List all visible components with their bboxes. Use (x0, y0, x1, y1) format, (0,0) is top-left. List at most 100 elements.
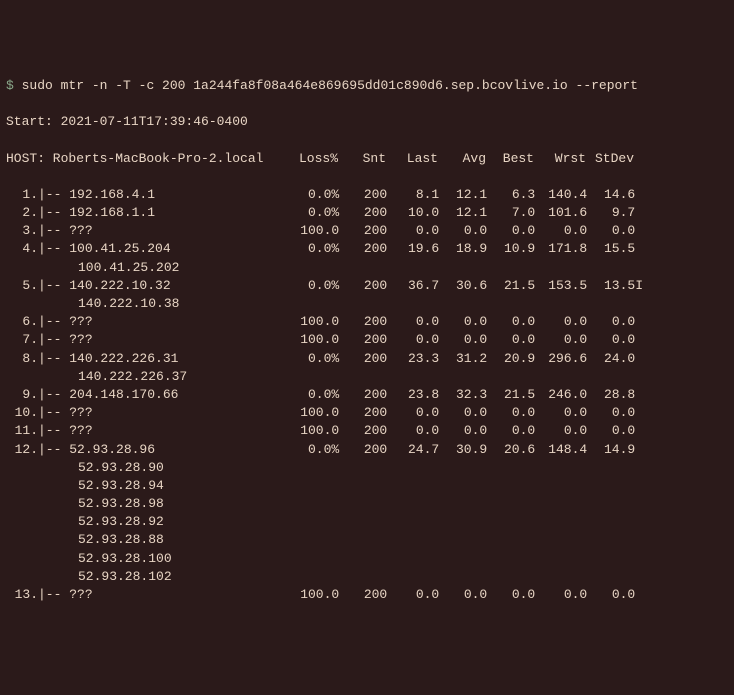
hop-row: 8.|-- 140.222.226.310.0%20023.331.220.92… (6, 350, 728, 368)
hop-last: 0.0 (387, 313, 439, 331)
command-line: $ sudo mtr -n -T -c 200 1a244fa8f08a464e… (6, 77, 728, 95)
hop-avg: 0.0 (439, 313, 487, 331)
hop-separator: |-- (38, 331, 69, 349)
hop-ip: ??? (69, 422, 287, 440)
hop-number: 10. (6, 404, 38, 422)
hop-snt: 200 (339, 186, 387, 204)
hop-loss: 0.0% (287, 240, 339, 258)
hop-ip: ??? (69, 404, 287, 422)
hop-loss: 100.0 (287, 222, 339, 240)
hop-best: 0.0 (487, 222, 535, 240)
hop-row: 5.|-- 140.222.10.320.0%20036.730.621.515… (6, 277, 728, 295)
hop-row: 7.|-- ???100.02000.00.00.00.00.0 (6, 331, 728, 349)
hop-extra-ip-row: 100.41.25.202 (6, 259, 728, 277)
hop-best: 21.5 (487, 386, 535, 404)
hop-loss: 0.0% (287, 186, 339, 204)
hop-number: 8. (6, 350, 38, 368)
hop-extra-ip-row: 140.222.226.37 (6, 368, 728, 386)
hop-row: 10.|-- ???100.02000.00.00.00.00.0 (6, 404, 728, 422)
hop-extra-ip: 52.93.28.102 (6, 568, 172, 586)
hop-extra-ip-row: 52.93.28.98 (6, 495, 728, 513)
hop-number: 3. (6, 222, 38, 240)
hop-stdev: 9.7 (587, 204, 635, 222)
hop-avg: 0.0 (439, 586, 487, 604)
hop-loss: 100.0 (287, 331, 339, 349)
hop-extra-ip-row: 52.93.28.92 (6, 513, 728, 531)
hop-extra-ip: 140.222.226.37 (6, 368, 187, 386)
hop-extra-ip-row: 52.93.28.94 (6, 477, 728, 495)
hop-wrst: 0.0 (535, 586, 587, 604)
hop-number: 12. (6, 441, 38, 459)
hop-avg: 12.1 (439, 186, 487, 204)
hop-ip: ??? (69, 331, 287, 349)
hop-ip: 192.168.1.1 (69, 204, 287, 222)
hop-wrst: 0.0 (535, 222, 587, 240)
hop-extra-ip: 52.93.28.90 (6, 459, 164, 477)
hop-wrst: 171.8 (535, 240, 587, 258)
hop-best: 0.0 (487, 404, 535, 422)
hop-loss: 100.0 (287, 404, 339, 422)
hop-row: 2.|-- 192.168.1.10.0%20010.012.17.0101.6… (6, 204, 728, 222)
hop-separator: |-- (38, 313, 69, 331)
hop-extra-ip-row: 52.93.28.90 (6, 459, 728, 477)
hop-separator: |-- (38, 240, 69, 258)
col-header-wrst: Wrst (534, 150, 586, 168)
hop-separator: |-- (38, 422, 69, 440)
hop-wrst: 140.4 (535, 186, 587, 204)
hop-number: 7. (6, 331, 38, 349)
hop-last: 0.0 (387, 222, 439, 240)
hop-ip: 100.41.25.204 (69, 240, 287, 258)
hop-avg: 0.0 (439, 331, 487, 349)
hop-loss: 100.0 (287, 313, 339, 331)
hop-avg: 30.6 (439, 277, 487, 295)
hop-snt: 200 (339, 331, 387, 349)
hop-snt: 200 (339, 204, 387, 222)
hop-stdev: 14.9 (587, 441, 635, 459)
hop-best: 0.0 (487, 422, 535, 440)
hop-wrst: 153.5 (535, 277, 587, 295)
hop-separator: |-- (38, 277, 69, 295)
hop-ip: ??? (69, 313, 287, 331)
hop-row: 9.|-- 204.148.170.660.0%20023.832.321.52… (6, 386, 728, 404)
hop-snt: 200 (339, 222, 387, 240)
hop-best: 20.6 (487, 441, 535, 459)
hop-avg: 0.0 (439, 422, 487, 440)
hop-stdev: 0.0 (587, 313, 635, 331)
hop-extra-ip: 52.93.28.92 (6, 513, 164, 531)
hop-last: 23.8 (387, 386, 439, 404)
hop-extra-ip: 100.41.25.202 (6, 259, 179, 277)
hop-last: 24.7 (387, 441, 439, 459)
hop-last: 0.0 (387, 586, 439, 604)
hop-number: 1. (6, 186, 38, 204)
hop-avg: 12.1 (439, 204, 487, 222)
hop-separator: |-- (38, 186, 69, 204)
hop-separator: |-- (38, 350, 69, 368)
hop-extra-ip: 52.93.28.88 (6, 531, 164, 549)
col-header-stdev: StDev (586, 150, 634, 168)
hop-separator: |-- (38, 441, 69, 459)
hop-ip: 204.148.170.66 (69, 386, 287, 404)
hop-loss: 0.0% (287, 441, 339, 459)
hop-snt: 200 (339, 586, 387, 604)
hop-snt: 200 (339, 313, 387, 331)
hop-separator: |-- (38, 586, 69, 604)
hop-row: 12.|-- 52.93.28.960.0%20024.730.920.6148… (6, 441, 728, 459)
hop-loss: 100.0 (287, 586, 339, 604)
hop-separator: |-- (38, 404, 69, 422)
hop-wrst: 0.0 (535, 422, 587, 440)
hop-ip: 52.93.28.96 (69, 441, 287, 459)
hop-ip: ??? (69, 222, 287, 240)
hop-stdev: 28.8 (587, 386, 635, 404)
hop-row: 4.|-- 100.41.25.2040.0%20019.618.910.917… (6, 240, 728, 258)
col-header-snt: Snt (338, 150, 386, 168)
hop-wrst: 101.6 (535, 204, 587, 222)
hop-number: 5. (6, 277, 38, 295)
hop-row: 3.|-- ???100.02000.00.00.00.00.0 (6, 222, 728, 240)
hop-best: 20.9 (487, 350, 535, 368)
hop-extra-ip-row: 140.222.10.38 (6, 295, 728, 313)
hop-snt: 200 (339, 386, 387, 404)
hop-last: 36.7 (387, 277, 439, 295)
col-header-last: Last (386, 150, 438, 168)
hop-number: 2. (6, 204, 38, 222)
hop-avg: 30.9 (439, 441, 487, 459)
